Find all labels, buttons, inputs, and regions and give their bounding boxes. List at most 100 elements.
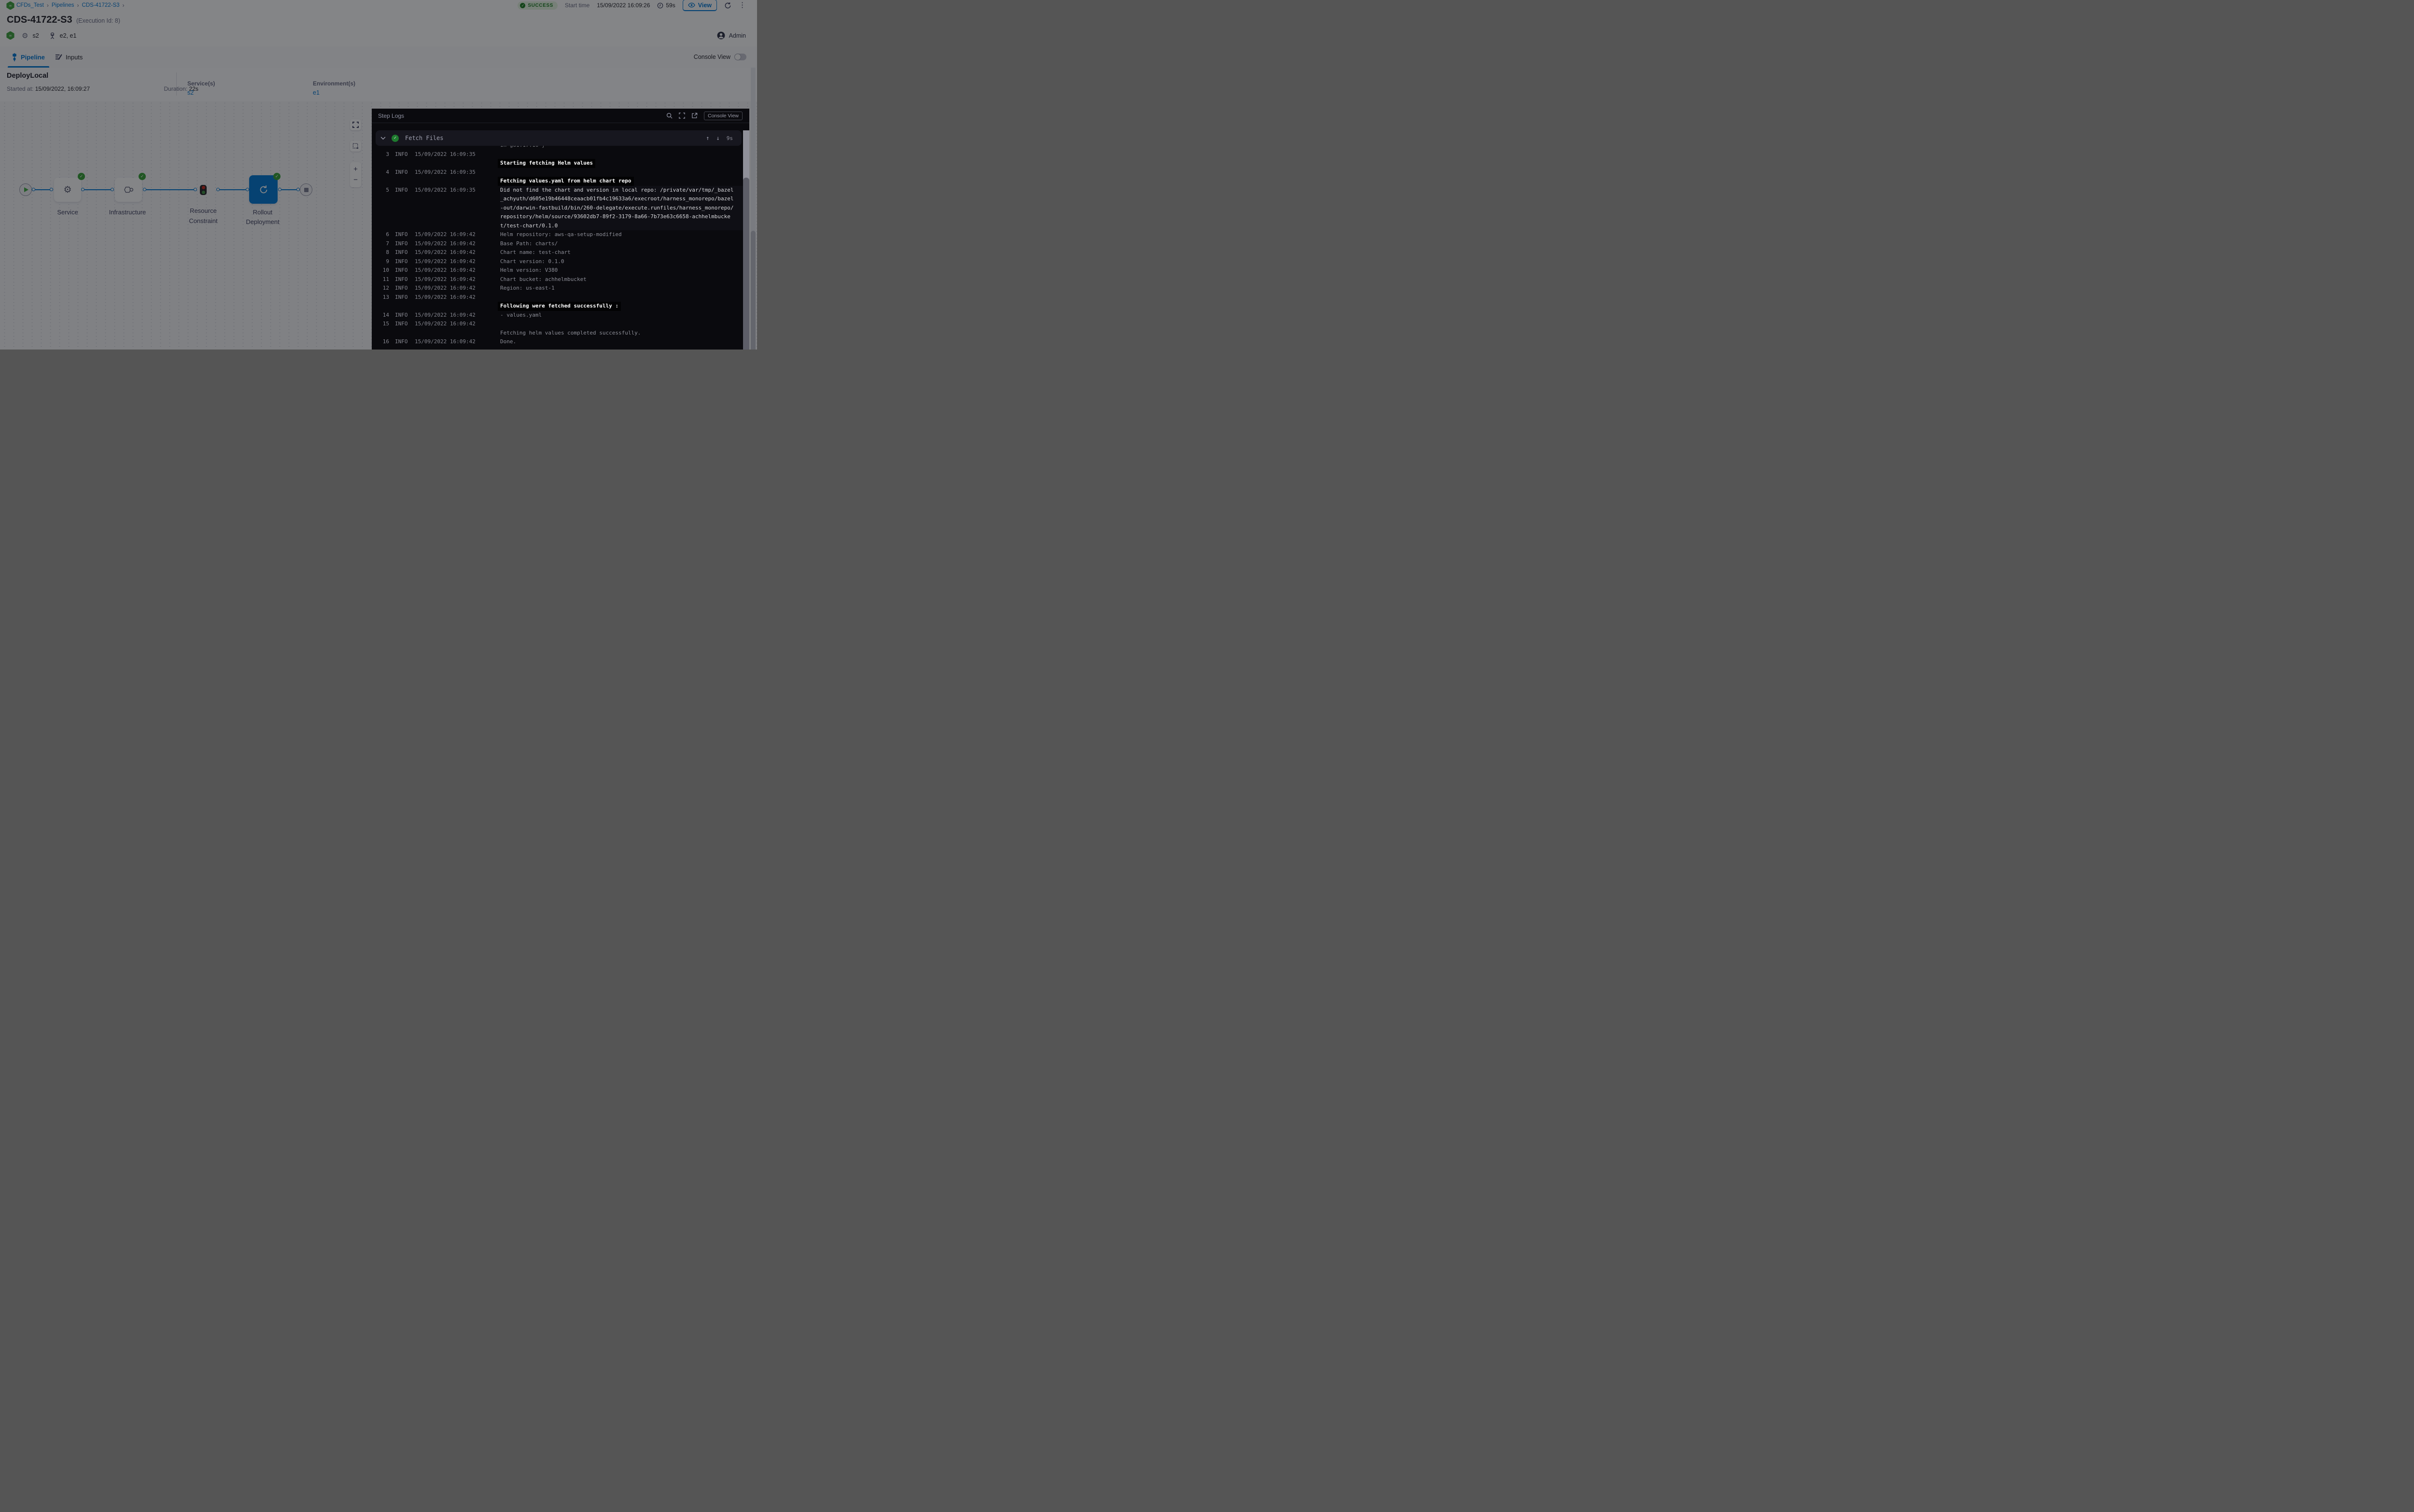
- status-label: SUCCESS: [528, 3, 553, 8]
- connector: [216, 189, 249, 190]
- log-message: Helm version: V380: [500, 266, 743, 275]
- log-message: Fetching helm values completed successfu…: [500, 329, 743, 338]
- scroll-to-top-icon[interactable]: ↑: [706, 135, 709, 141]
- log-num: 3: [372, 150, 390, 159]
- environment-link[interactable]: e1: [313, 89, 320, 96]
- avatar-icon: [717, 31, 725, 40]
- refresh-button[interactable]: [724, 2, 731, 9]
- console-view-toggle[interactable]: [734, 54, 746, 60]
- log-message: - values.yaml: [500, 311, 743, 320]
- log-panel-header: Step Logs Console View: [372, 109, 749, 123]
- zoom-in-button[interactable]: +: [353, 167, 358, 172]
- user-menu[interactable]: Admin: [717, 31, 746, 40]
- node-label-rollout: Rollout: [253, 209, 272, 216]
- log-time: 15/09/2022 16:09:42: [414, 230, 500, 239]
- log-num: [372, 212, 390, 222]
- breadcrumb-pipeline-name[interactable]: CDS-41722-S3: [82, 2, 120, 8]
- status-badge: ✓ SUCCESS: [518, 1, 558, 10]
- tab-inputs-label: Inputs: [66, 54, 83, 61]
- log-time: [414, 302, 500, 311]
- breadcrumb-project[interactable]: CFDs_Test: [16, 2, 44, 8]
- service-gear-icon: ⚙: [22, 31, 28, 40]
- log-panel-title: Step Logs: [378, 112, 404, 119]
- log-row: Following were fetched successfully :: [372, 302, 743, 311]
- pipeline-start-node[interactable]: [19, 183, 32, 196]
- log-lvl: [390, 146, 414, 150]
- log-row: repository/helm/source/93602db7-89f2-317…: [372, 212, 743, 222]
- services-label: Service(s): [187, 80, 215, 87]
- scroll-to-bottom-icon[interactable]: ↓: [716, 135, 720, 141]
- pipeline-tab-icon: [12, 53, 17, 61]
- page-scrollbar[interactable]: [751, 68, 756, 350]
- log-lvl: INFO: [390, 337, 414, 347]
- log-message: -out/darwin-fastbuild/bin/260-delegate/e…: [500, 204, 743, 213]
- service-link[interactable]: s2: [187, 89, 194, 96]
- breadcrumb-pipelines[interactable]: Pipelines: [52, 2, 74, 8]
- log-lvl: INFO: [390, 239, 414, 249]
- log-message: Starting fetching Helm values: [500, 159, 743, 168]
- log-time: 15/09/2022 16:09:42: [414, 248, 500, 257]
- log-fullscreen-button[interactable]: [679, 112, 685, 119]
- log-time: 15/09/2022 16:09:35: [414, 186, 500, 195]
- canvas-reset-selection-button[interactable]: [350, 140, 361, 152]
- log-row: _achyuth/d605e19b46448ceaacb01fb4c19633a…: [372, 195, 743, 204]
- log-message: Done.: [500, 337, 743, 347]
- environment-tags: e2, e1: [60, 32, 77, 39]
- rollout-success-badge: ✓: [273, 173, 281, 180]
- zoom-out-button[interactable]: −: [353, 178, 358, 182]
- log-row: 16INFO15/09/2022 16:09:42Done.: [372, 337, 743, 347]
- log-lvl: INFO: [390, 275, 414, 284]
- connector-endpoint: [81, 188, 84, 191]
- view-button[interactable]: View: [683, 0, 717, 11]
- svg-text:∞: ∞: [9, 34, 12, 39]
- log-num: [372, 302, 390, 311]
- log-num: 4: [372, 168, 390, 177]
- divider: [176, 72, 177, 96]
- step-node-service[interactable]: ⚙: [54, 178, 81, 202]
- step-node-rollout-deployment[interactable]: [249, 175, 278, 204]
- log-row: Starting fetching Helm values: [372, 159, 743, 168]
- tab-pipeline[interactable]: Pipeline: [12, 46, 45, 68]
- more-options-button[interactable]: ⋮: [739, 2, 746, 9]
- log-row: 13INFO15/09/2022 16:09:42: [372, 293, 743, 302]
- log-section-header[interactable]: ✓ Fetch Files ↑ ↓ 9s: [376, 130, 742, 146]
- log-row: t/test-chart/0.1.0: [372, 222, 743, 231]
- log-row: 14INFO15/09/2022 16:09:42- values.yaml: [372, 311, 743, 320]
- log-lines: in go1.17.10"}3 INFO 15/09/2022 16:09:35 St…: [372, 146, 743, 347]
- log-message: [500, 168, 743, 177]
- log-num: 9: [372, 257, 390, 266]
- log-scrollbar[interactable]: [743, 130, 749, 350]
- log-num: [372, 329, 390, 338]
- step-node-infrastructure[interactable]: [115, 178, 142, 202]
- log-scrollbar-thumb[interactable]: [743, 178, 749, 350]
- canvas-fullscreen-button[interactable]: [350, 119, 361, 130]
- log-message: _achyuth/d605e19b46448ceaacb01fb4c19633a…: [500, 195, 743, 204]
- gear-icon: ⚙: [63, 184, 71, 196]
- page-scrollbar-thumb[interactable]: [751, 231, 756, 350]
- traffic-light-red: [202, 186, 205, 189]
- clock-icon: [657, 2, 663, 9]
- pipeline-end-node[interactable]: [300, 183, 312, 196]
- breadcrumb-separator: ›: [47, 2, 49, 9]
- log-lvl: INFO: [390, 311, 414, 320]
- step-node-resource-constraint[interactable]: [200, 185, 207, 195]
- log-row: in go1.17.10"}: [372, 146, 743, 150]
- log-message: Chart bucket: achhelmbucket: [500, 275, 743, 284]
- log-row: Fetching helm values completed successfu…: [372, 329, 743, 338]
- log-time: [414, 159, 500, 168]
- log-open-new-tab-button[interactable]: [691, 112, 698, 119]
- log-lvl: INFO: [390, 248, 414, 257]
- log-row: 8INFO15/09/2022 16:09:42Chart name: test…: [372, 248, 743, 257]
- log-num: 12: [372, 284, 390, 293]
- log-console-view-button[interactable]: Console View: [704, 112, 743, 120]
- view-button-label: View: [698, 2, 712, 9]
- tab-inputs[interactable]: Inputs: [55, 46, 83, 68]
- started-at-label: Started at:: [7, 85, 33, 92]
- log-time: [414, 177, 500, 186]
- log-row: 4INFO15/09/2022 16:09:35: [372, 168, 743, 177]
- log-message: Did not find the chart and version in lo…: [500, 186, 743, 195]
- log-body[interactable]: in go1.17.10"}3 INFO 15/09/2022 16:09:35 St…: [372, 146, 743, 350]
- log-search-button[interactable]: [666, 112, 673, 119]
- rollout-sync-icon: [258, 184, 269, 195]
- connector-endpoint: [246, 188, 249, 191]
